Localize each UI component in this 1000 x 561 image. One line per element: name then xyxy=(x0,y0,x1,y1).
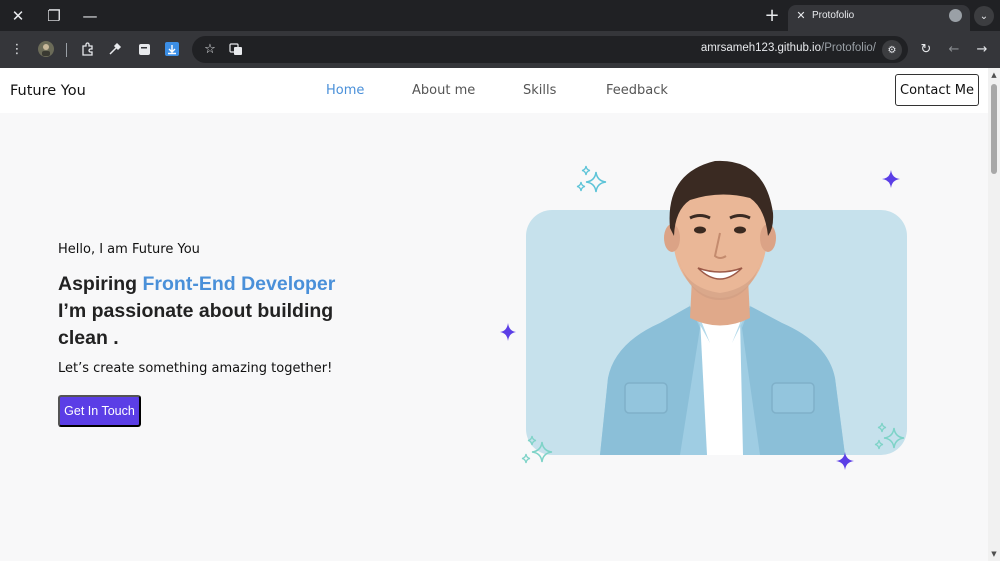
hero-subline: Let’s create something amazing together! xyxy=(58,361,333,376)
minimize-icon[interactable]: — xyxy=(72,0,108,31)
sparkle-purple-bottom-icon xyxy=(836,452,854,470)
sparkle-teal-bottom-left-icon xyxy=(521,435,553,464)
note-icon[interactable] xyxy=(135,40,153,58)
download-icon[interactable] xyxy=(163,40,181,58)
back-icon[interactable]: ← xyxy=(945,40,963,58)
translate-icon[interactable] xyxy=(227,40,245,58)
url-text: amrsameh123.github.io/Protofolio/ xyxy=(701,42,876,54)
restore-icon[interactable]: ❐ xyxy=(36,0,72,31)
headline-rest: I’m passionate about building clean . xyxy=(58,300,334,349)
reload-icon[interactable]: ↻ xyxy=(917,40,935,58)
tune-icon[interactable]: ⚙ xyxy=(882,40,902,60)
new-tab-plus-icon[interactable]: + xyxy=(760,0,784,31)
nav-link-home[interactable]: Home xyxy=(326,83,364,98)
scroll-up-arrow-icon[interactable]: ▲ xyxy=(990,71,998,79)
hero-greeting: Hello, I am Future You xyxy=(58,242,200,257)
star-icon[interactable]: ☆ xyxy=(201,40,219,58)
tab-title: Protofolio xyxy=(812,10,855,21)
browser-tab[interactable]: ✕ Protofolio xyxy=(788,5,970,31)
site-brand[interactable]: Future You xyxy=(10,83,86,99)
eyedropper-icon[interactable] xyxy=(106,40,124,58)
scroll-thumb[interactable] xyxy=(991,84,997,174)
nav-link-skills[interactable]: Skills xyxy=(523,83,556,98)
hero-headline: Aspiring Front-End Developer I’m passion… xyxy=(58,271,358,352)
browser-toolbar: ⋮ ☆ amrsameh123.github.io/Protofolio/ ⚙ … xyxy=(0,31,1000,68)
url-path: /Protofolio/ xyxy=(821,42,876,54)
close-window-icon[interactable]: ✕ xyxy=(0,0,36,31)
tab-close-icon[interactable]: ✕ xyxy=(794,9,808,23)
kebab-icon[interactable]: ⋮ xyxy=(8,40,26,58)
profile-icon[interactable] xyxy=(37,40,55,58)
contact-me-button[interactable]: Contact Me xyxy=(895,74,979,106)
page-viewport: Future You Home About me Skills Feedback… xyxy=(0,68,988,561)
headline-prefix: Aspiring xyxy=(58,273,143,295)
forward-icon[interactable]: → xyxy=(973,40,991,58)
chevron-down-icon[interactable]: ⌄ xyxy=(974,6,994,26)
url-host: amrsameh123.github.io xyxy=(700,42,822,54)
get-in-touch-button[interactable]: Get In Touch xyxy=(58,395,141,427)
sparkle-teal-top-icon xyxy=(576,165,607,193)
page-scrollbar[interactable]: ▲ ▼ xyxy=(988,68,1000,561)
globe-icon xyxy=(949,9,962,22)
scroll-down-arrow-icon[interactable]: ▼ xyxy=(990,550,998,558)
sparkle-teal-bottom-right-icon xyxy=(874,422,905,450)
address-bar[interactable]: ☆ amrsameh123.github.io/Protofolio/ ⚙ xyxy=(192,36,908,63)
site-navbar: Future You Home About me Skills Feedback… xyxy=(0,68,988,113)
toolbar-divider xyxy=(66,43,67,57)
sparkle-purple-left-icon xyxy=(500,323,516,341)
nav-link-feedback[interactable]: Feedback xyxy=(606,83,668,98)
nav-link-about[interactable]: About me xyxy=(412,83,475,98)
headline-accent: Front-End Developer xyxy=(142,273,336,295)
sparkle-purple-top-icon xyxy=(882,170,900,188)
browser-tab-strip: ✕ ❐ — + ✕ Protofolio ⌄ xyxy=(0,0,1000,31)
extensions-icon[interactable] xyxy=(79,40,97,58)
